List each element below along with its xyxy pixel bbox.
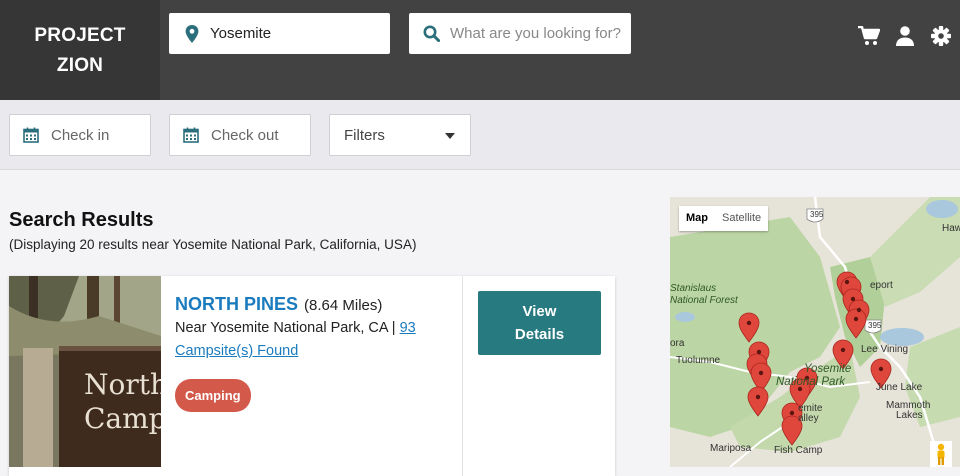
brand-line-1: PROJECT xyxy=(34,25,126,46)
gear-icon[interactable] xyxy=(930,26,952,46)
campground-near-text: Near Yosemite National Park, CA | xyxy=(175,320,396,336)
route-395-label-1: 395 xyxy=(810,210,824,219)
check-out-field[interactable]: Check out xyxy=(169,114,311,156)
cart-icon[interactable] xyxy=(858,26,880,46)
campsite-count-number: 93 xyxy=(399,320,416,336)
map-pin-icon xyxy=(185,24,199,43)
brand-line-2: ZION xyxy=(56,55,104,76)
photo-sign-text-2: Camp xyxy=(84,402,161,435)
campground-photo[interactable]: North Camp xyxy=(9,276,161,467)
location-input[interactable] xyxy=(210,25,380,42)
calendar-icon xyxy=(183,127,199,143)
map-label-lakes: Lakes xyxy=(896,410,923,421)
map-label-stanislaus: Stanislaus xyxy=(670,283,717,294)
street-view-pegman[interactable] xyxy=(930,441,952,467)
map-label-haw: Haw xyxy=(942,223,960,234)
user-icon[interactable] xyxy=(894,26,916,46)
search-field[interactable] xyxy=(409,13,631,54)
view-details-button[interactable]: View Details xyxy=(478,291,601,355)
check-out-placeholder: Check out xyxy=(211,126,279,144)
result-card-body: NORTH PINES (8.64 Miles) Near Yosemite Na… xyxy=(175,294,455,412)
brand-logo[interactable]: PROJECT ZION xyxy=(0,0,160,100)
calendar-icon xyxy=(23,127,39,143)
view-details-line-2: Details xyxy=(514,326,565,343)
filters-dropdown[interactable]: Filters xyxy=(329,114,471,156)
location-field[interactable] xyxy=(169,13,390,54)
map-label-tuolumne: Tuolumne xyxy=(676,355,721,366)
map-label-yosemite: Yosemite xyxy=(804,363,852,375)
route-395-label-2: 395 xyxy=(868,321,882,330)
pegman-icon xyxy=(937,443,945,465)
campground-photo-image: North Camp xyxy=(9,276,161,467)
card-divider xyxy=(462,276,463,476)
filter-bar: Check in Check out Filters xyxy=(0,100,960,170)
campsite-found-link[interactable]: Campsite(s) Found xyxy=(175,343,298,359)
search-icon xyxy=(423,25,440,42)
map-label-ora: ora xyxy=(670,338,685,349)
map-label-mariposa: Mariposa xyxy=(710,443,752,454)
map-label-lee-vining: Lee Vining xyxy=(861,344,909,355)
campground-name-link[interactable]: NORTH PINES xyxy=(175,294,298,314)
map-label-yosemite-valley-2: alley xyxy=(798,413,819,424)
photo-sign-text-1: North xyxy=(84,368,161,401)
map-type-toggle: Map Satellite xyxy=(679,206,769,231)
category-tag[interactable]: Camping xyxy=(175,379,251,412)
campground-location-line: Near Yosemite National Park, CA | 93 Cam… xyxy=(175,317,455,363)
caret-down-icon xyxy=(445,133,455,139)
result-card: North Camp NORTH PINES (8.64 Miles) Near … xyxy=(9,276,615,476)
map-canvas xyxy=(670,197,960,467)
results-map[interactable]: Map Satellite 395 395 Haw eport Stanisla… xyxy=(670,197,960,467)
top-header: PROJECT ZION xyxy=(0,0,960,100)
map-label-national-park: National Park xyxy=(776,376,846,388)
filters-label: Filters xyxy=(344,126,385,144)
map-label-june-lake: June Lake xyxy=(876,382,923,393)
search-input[interactable] xyxy=(450,25,630,42)
campground-distance: (8.64 Miles) xyxy=(304,297,383,314)
results-subtitle: (Displaying 20 results near Yosemite Nat… xyxy=(9,237,417,252)
map-label-fish-camp: Fish Camp xyxy=(774,445,823,456)
map-label-national-forest: National Forest xyxy=(670,295,738,306)
map-label-bridgeport: eport xyxy=(870,280,893,291)
check-in-field[interactable]: Check in xyxy=(9,114,151,156)
check-in-placeholder: Check in xyxy=(51,126,110,144)
campsite-count-link[interactable]: 93 xyxy=(400,320,416,336)
view-details-line-1: View xyxy=(522,303,557,320)
map-type-map[interactable]: Map xyxy=(679,206,715,231)
results-title: Search Results xyxy=(9,209,154,231)
map-type-satellite[interactable]: Satellite xyxy=(715,206,768,231)
